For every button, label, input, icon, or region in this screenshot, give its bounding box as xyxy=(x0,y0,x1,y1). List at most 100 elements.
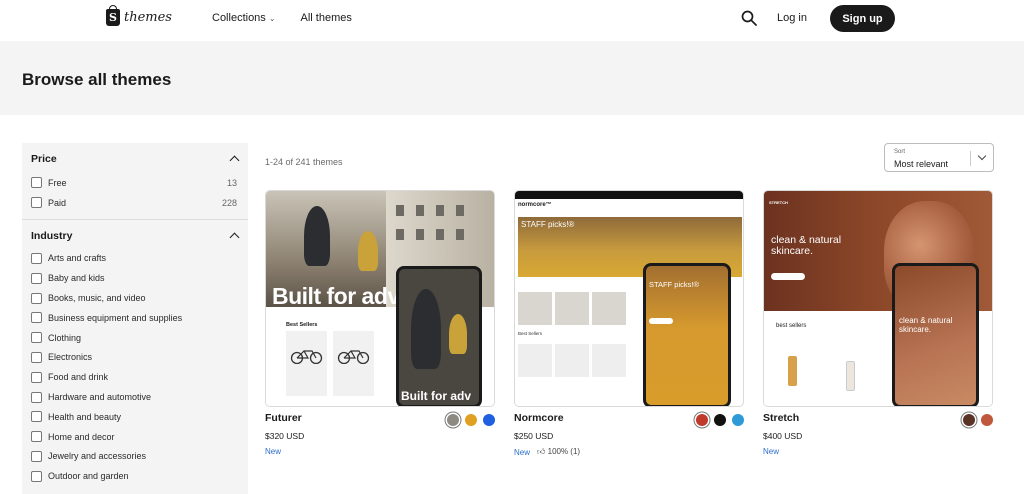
results-count: 1-24 of 241 themes xyxy=(265,157,343,167)
color-swatches xyxy=(447,414,495,426)
color-swatch[interactable] xyxy=(447,414,459,426)
preview-phone-mockup: STAFF picks!® xyxy=(643,263,731,406)
preview-product-tile xyxy=(555,344,589,377)
theme-preview-futurer[interactable]: Built for adv Best Sellers Built for adv xyxy=(265,190,495,407)
chevron-up-icon xyxy=(229,155,240,166)
checkbox[interactable] xyxy=(31,450,42,462)
filter-option-home-and-decor[interactable]: Home and decor xyxy=(22,427,248,447)
filter-option-label: Business equipment and supplies xyxy=(48,312,183,323)
filter-option-label: Clothing xyxy=(48,332,82,343)
checkbox[interactable] xyxy=(31,470,42,482)
filter-option-count: 228 xyxy=(221,197,237,208)
preview-nav: normcore™ xyxy=(515,199,743,217)
nav-all-themes[interactable]: All themes xyxy=(301,12,352,24)
search-icon[interactable] xyxy=(741,10,757,26)
theme-name[interactable]: Normcore xyxy=(514,412,564,424)
preview-window xyxy=(396,205,404,216)
preview-product-tile xyxy=(555,292,589,325)
theme-card-futurer[interactable]: Built for adv Best Sellers Built for adv… xyxy=(265,190,495,456)
color-swatches xyxy=(963,414,993,426)
filter-option-health-and-beauty[interactable]: Health and beauty xyxy=(22,407,248,427)
signup-button[interactable]: Sign up xyxy=(830,5,895,32)
theme-card-normcore[interactable]: normcore™ STAFF picks!® Best Sellers STA… xyxy=(514,190,744,457)
theme-meta: New xyxy=(763,447,779,456)
checkbox[interactable] xyxy=(31,272,42,284)
color-swatch[interactable] xyxy=(732,414,744,426)
filter-option-label: Paid xyxy=(48,197,67,208)
preview-window xyxy=(436,205,444,216)
filter-option-electronics[interactable]: Electronics xyxy=(22,348,248,368)
main-nav: Collections ⌄ All themes xyxy=(212,12,352,24)
preview-section-title: best sellers xyxy=(776,323,807,329)
preview-section-title: Best Sellers xyxy=(518,331,543,336)
theme-name[interactable]: Stretch xyxy=(763,412,799,424)
preview-cyclist xyxy=(304,206,330,266)
preview-cyclist xyxy=(449,314,467,354)
logo-text: themes xyxy=(124,10,172,25)
preview-product-tile xyxy=(518,292,552,325)
filter-option-label: Home and decor xyxy=(48,431,115,442)
nav-collections[interactable]: Collections ⌄ xyxy=(212,12,276,24)
filter-option-free[interactable]: Free 13 xyxy=(22,173,248,193)
nav-collections-label: Collections xyxy=(212,12,266,24)
color-swatch[interactable] xyxy=(714,414,726,426)
filter-option-outdoor-and-garden[interactable]: Outdoor and garden xyxy=(22,466,248,486)
preview-window xyxy=(456,205,464,216)
color-swatch[interactable] xyxy=(696,414,708,426)
preview-cta xyxy=(771,273,805,280)
checkbox[interactable] xyxy=(31,292,42,304)
filter-option-business-equipment[interactable]: Business equipment and supplies xyxy=(22,308,248,328)
color-swatch[interactable] xyxy=(483,414,495,426)
preview-window xyxy=(436,229,444,240)
checkbox[interactable] xyxy=(31,351,42,363)
checkbox[interactable] xyxy=(31,197,42,209)
checkbox[interactable] xyxy=(31,252,42,264)
checkbox[interactable] xyxy=(31,431,42,443)
sort-select[interactable]: Sort Most relevant xyxy=(884,143,994,172)
filter-option-label: Jewelry and accessories xyxy=(48,451,147,462)
preview-brand: STRETCH xyxy=(769,200,788,205)
filter-option-count: 13 xyxy=(226,177,237,188)
preview-product-tile xyxy=(518,344,552,377)
preview-phone-headline: Built for adv xyxy=(401,389,472,403)
checkbox[interactable] xyxy=(31,177,42,189)
filter-option-clothing[interactable]: Clothing xyxy=(22,328,248,348)
filter-option-label: Books, music, and video xyxy=(48,293,146,304)
color-swatches xyxy=(696,414,744,426)
theme-name[interactable]: Futurer xyxy=(265,412,302,424)
theme-price: $400 USD xyxy=(763,431,803,441)
color-swatch[interactable] xyxy=(981,414,993,426)
filter-option-label: Arts and crafts xyxy=(48,253,107,264)
checkbox[interactable] xyxy=(31,332,42,344)
filter-option-label: Baby and kids xyxy=(48,273,105,284)
checkbox[interactable] xyxy=(31,371,42,383)
filter-option-label: Electronics xyxy=(48,352,93,363)
filter-option-paid[interactable]: Paid 228 xyxy=(22,193,248,213)
preview-section-title: Best Sellers xyxy=(286,322,318,328)
preview-brand: normcore™ xyxy=(518,202,552,208)
rating-value: 100% (1) xyxy=(547,447,581,456)
filter-industry-header[interactable]: Industry xyxy=(22,226,248,246)
filter-option-jewelry-and-accessories[interactable]: Jewelry and accessories xyxy=(22,447,248,467)
theme-card-stretch[interactable]: STRETCH clean & natural skincare. best s… xyxy=(763,190,993,456)
bicycle-icon xyxy=(290,350,323,364)
theme-preview-stretch[interactable]: STRETCH clean & natural skincare. best s… xyxy=(763,190,993,407)
filter-price-header[interactable]: Price xyxy=(22,149,248,169)
checkbox[interactable] xyxy=(31,391,42,403)
theme-preview-normcore[interactable]: normcore™ STAFF picks!® Best Sellers STA… xyxy=(514,190,744,407)
preview-cta xyxy=(649,318,673,324)
filter-option-hardware-and-automotive[interactable]: Hardware and automotive xyxy=(22,387,248,407)
checkbox[interactable] xyxy=(31,312,42,324)
filter-option-baby-and-kids[interactable]: Baby and kids xyxy=(22,268,248,288)
checkbox[interactable] xyxy=(31,411,42,423)
filter-option-books-music-video[interactable]: Books, music, and video xyxy=(22,288,248,308)
filter-option-food-and-drink[interactable]: Food and drink xyxy=(22,367,248,387)
login-link[interactable]: Log in xyxy=(777,12,807,24)
color-swatch[interactable] xyxy=(963,414,975,426)
filter-option-arts-and-crafts[interactable]: Arts and crafts xyxy=(22,249,248,269)
color-swatch[interactable] xyxy=(465,414,477,426)
preview-product-tile xyxy=(592,344,626,377)
chevron-up-icon xyxy=(229,232,240,243)
sort-value: Most relevant xyxy=(894,159,949,169)
shopify-themes-logo[interactable]: themes xyxy=(106,5,172,26)
